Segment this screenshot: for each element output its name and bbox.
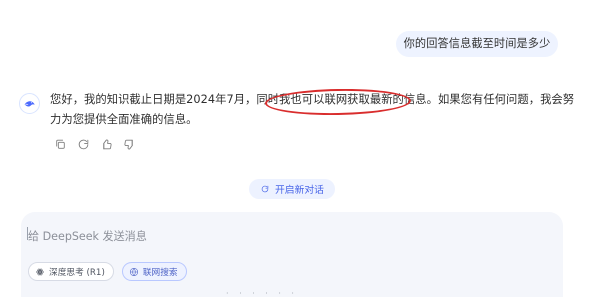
cropped-footer-fragment: · · · · · · <box>226 290 298 297</box>
regenerate-button[interactable] <box>75 136 91 152</box>
copy-icon <box>55 139 65 149</box>
thumbs-up-icon <box>102 139 112 149</box>
web-search-label: 联网搜索 <box>142 268 178 278</box>
copy-button[interactable] <box>52 136 68 152</box>
thumbs-down-icon <box>123 139 133 149</box>
message-actions <box>52 136 137 152</box>
web-search-toggle[interactable]: 联网搜索 <box>121 262 187 281</box>
new-chat-button[interactable]: 开启新对话 <box>249 179 335 199</box>
deep-think-label: 深度思考 (R1) <box>49 268 105 278</box>
new-chat-label: 开启新对话 <box>275 185 324 196</box>
globe-icon <box>129 267 138 276</box>
deep-think-toggle[interactable]: 深度思考 (R1) <box>28 262 114 281</box>
composer-controls: 深度思考 (R1) 联网搜索 <box>28 262 187 281</box>
message-composer: 深度思考 (R1) 联网搜索 <box>21 212 563 297</box>
atom-icon <box>36 268 44 275</box>
refresh-icon <box>78 139 88 149</box>
user-message-bubble: 你的回答信息截至时间是多少 <box>396 31 558 57</box>
user-message-text: 你的回答信息截至时间是多少 <box>403 37 551 50</box>
dislike-button[interactable] <box>121 136 137 152</box>
assistant-avatar <box>19 93 40 114</box>
refresh-chat-icon <box>261 185 269 193</box>
deepseek-whale-icon <box>24 101 35 107</box>
like-button[interactable] <box>98 136 114 152</box>
message-input[interactable] <box>28 226 528 246</box>
